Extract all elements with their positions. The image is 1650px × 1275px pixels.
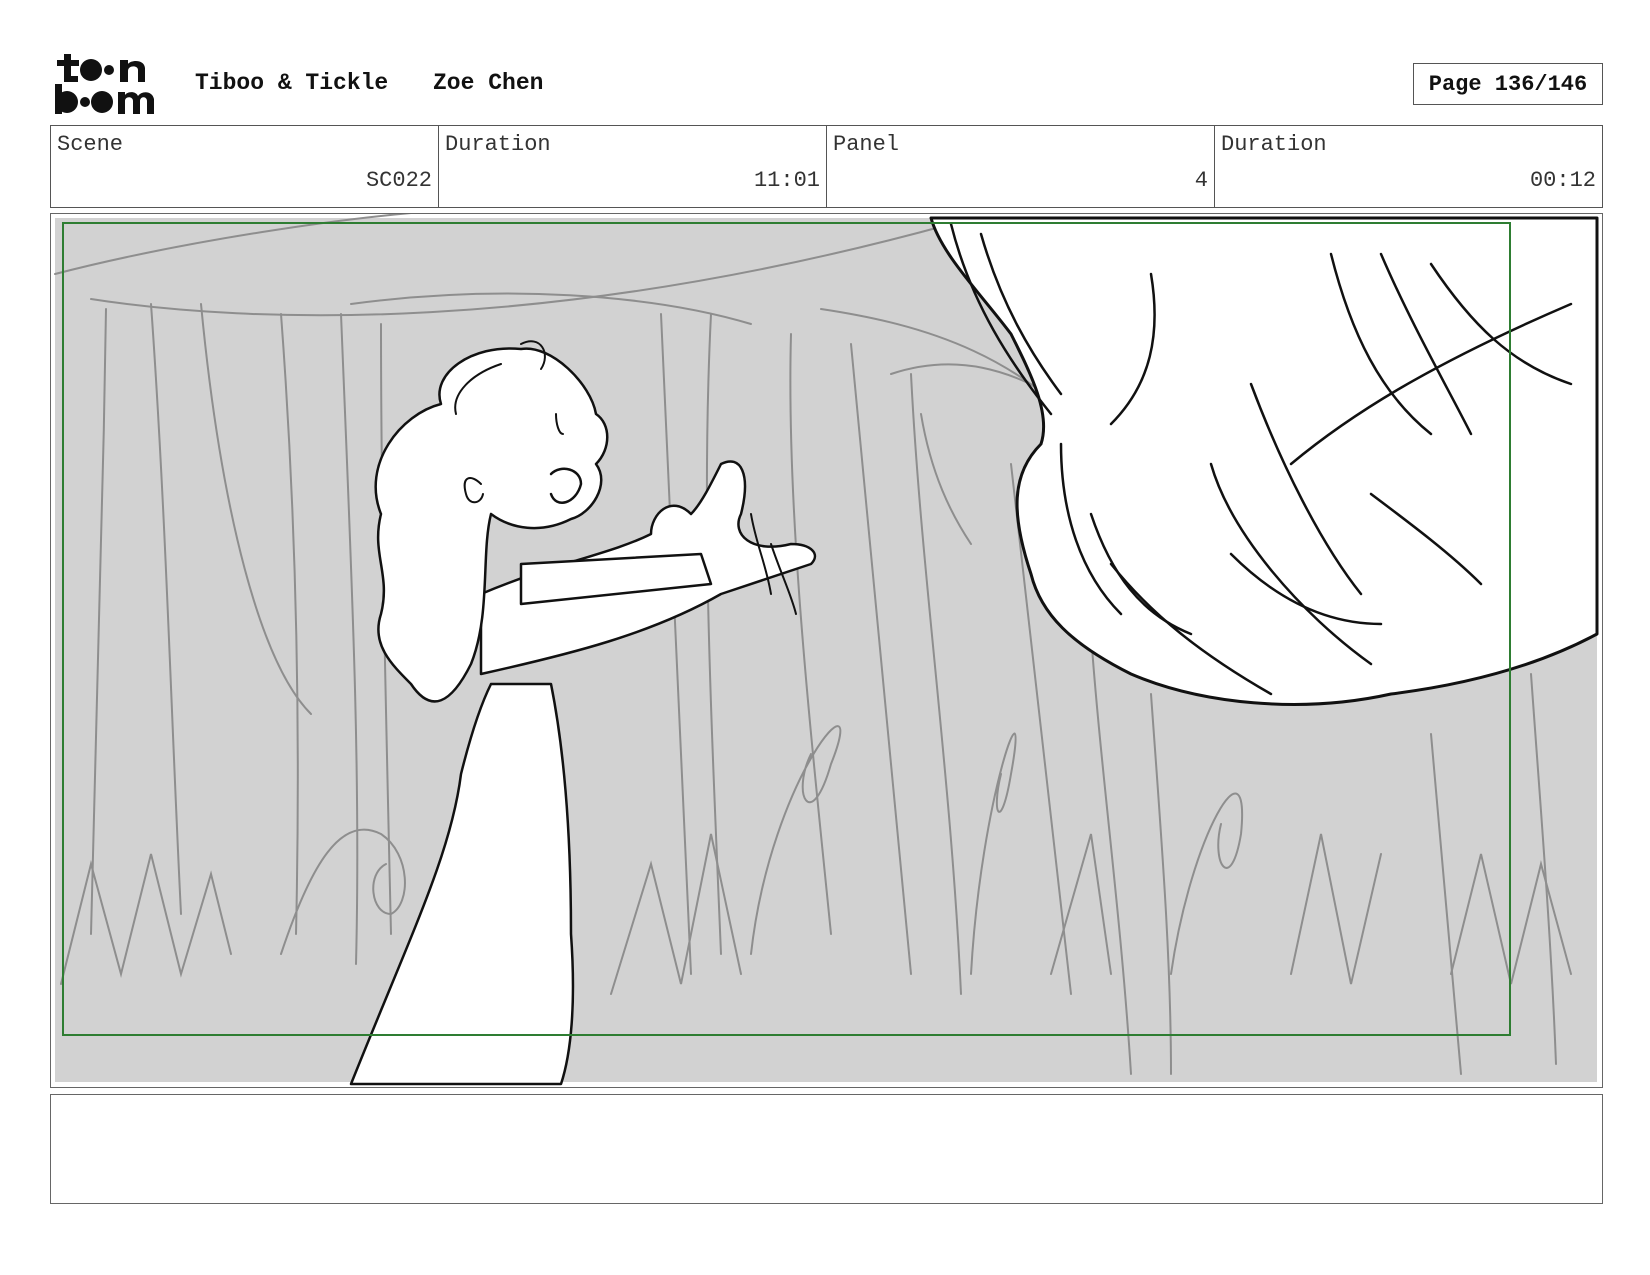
scene-value: SC022 <box>365 168 432 193</box>
storyboard-panel <box>50 213 1603 1088</box>
project-title: Tiboo & Tickle <box>195 70 389 96</box>
panel-label: Panel <box>833 132 900 157</box>
scene-duration-cell: Duration 11:01 <box>439 126 827 207</box>
panel-duration-value: 00:12 <box>1529 168 1596 193</box>
artist-name: Zoe Chen <box>433 70 544 96</box>
scene-label: Scene <box>57 132 124 157</box>
scene-duration-label: Duration <box>445 132 551 157</box>
panel-notes-box <box>50 1094 1603 1204</box>
panel-duration-cell: Duration 00:12 <box>1215 126 1602 207</box>
panel-cell: Panel 4 <box>827 126 1215 207</box>
panel-duration-label: Duration <box>1221 132 1327 157</box>
panel-value: 4 <box>1194 168 1208 193</box>
panel-sketch <box>54 214 1599 1086</box>
page-number: Page 136/146 <box>1413 63 1603 105</box>
toon-boom-logo <box>52 52 172 116</box>
scene-info-table: Scene SC022 Duration 11:01 Panel 4 Durat… <box>50 125 1603 208</box>
scene-duration-value: 11:01 <box>753 168 820 193</box>
scene-cell: Scene SC022 <box>51 126 439 207</box>
